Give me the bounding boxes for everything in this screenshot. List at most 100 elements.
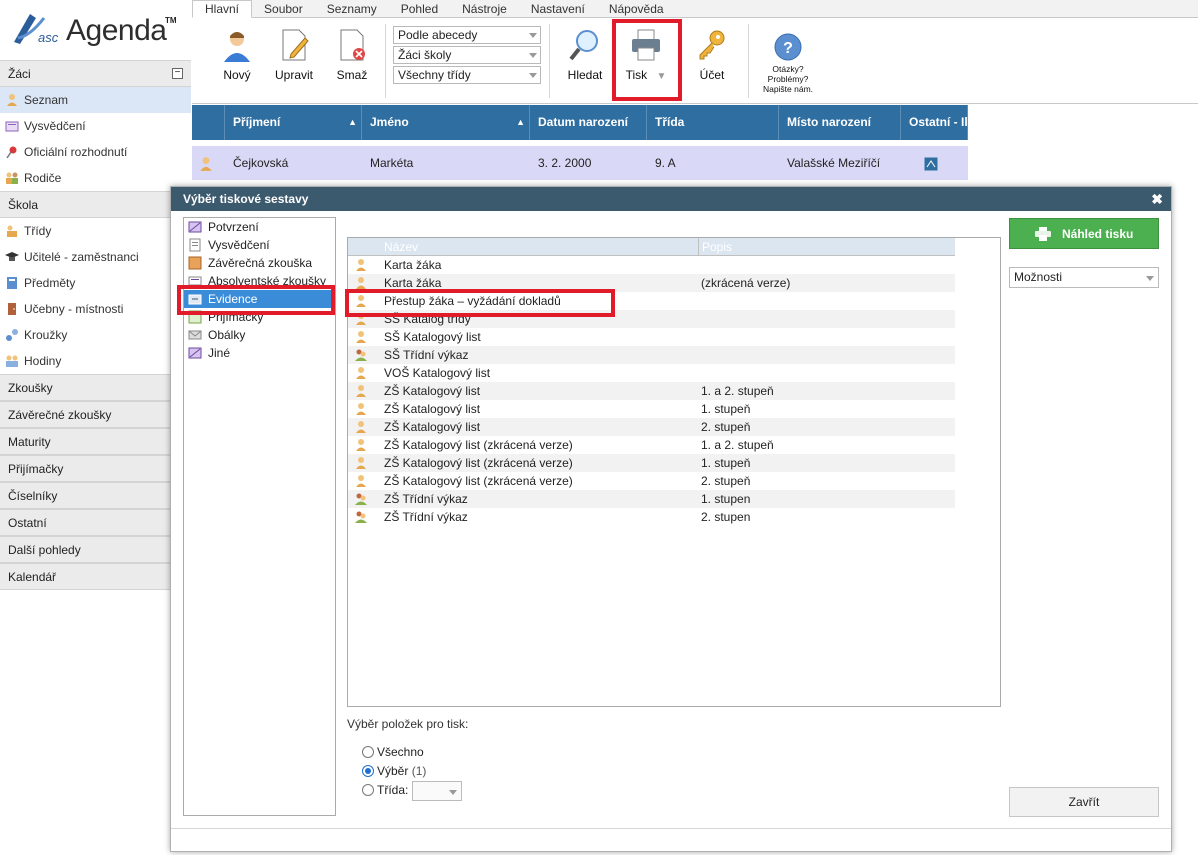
report-desc: 1. stupen (701, 492, 751, 506)
report-row[interactable]: ZŠ Katalogový list (zkrácená verze) 1. st… (348, 454, 955, 472)
tab-hlavni[interactable]: Hlavní (192, 0, 253, 18)
new-label: Nový (223, 68, 251, 82)
sidebar-item-krouzky[interactable]: Kroužky (0, 322, 191, 348)
sidebar: Žáci − Seznam Vysvědčení Oficiální rozho… (0, 60, 191, 590)
sort-select[interactable]: Podle abecedy (393, 26, 541, 44)
sidebar-section-zaverecne-zkousky[interactable]: Závěrečné zkoušky (0, 401, 191, 428)
sidebar-section-dalsi-pohledy[interactable]: Další pohledy (0, 536, 191, 563)
sidebar-item-rodice[interactable]: Rodiče (0, 165, 191, 191)
table-row[interactable]: Čejkovská Markéta 3. 2. 2000 9. A Valašs… (192, 146, 968, 180)
grid-header: Příjmení ▲ Jméno ▲ Datum narození Třída Mí… (192, 105, 968, 140)
book-icon (7, 277, 17, 289)
report-desc: 1. a 2. stupeň (701, 438, 774, 452)
category-item[interactable]: Vysvědčení (184, 236, 335, 254)
tab-soubor[interactable]: Soubor (252, 1, 315, 19)
sidebar-section-prijimacky[interactable]: Přijímačky (0, 455, 191, 482)
sidebar-item-oficialni-rozhodnuti[interactable]: Oficiální rozhodnutí (0, 139, 191, 165)
radio-circle[interactable] (362, 784, 374, 797)
tab-seznamy[interactable]: Seznamy (315, 1, 389, 19)
grid-header-class[interactable]: Třída (647, 105, 779, 140)
print-preview-button[interactable]: Náhled tisku (1009, 218, 1159, 249)
report-row[interactable]: ZŠ Katalogový list (zkrácená verze) 1. a … (348, 436, 955, 454)
sidebar-item-tridy[interactable]: Třídy (0, 218, 191, 244)
help-button[interactable]: ? (763, 32, 813, 68)
radio-all[interactable]: Všechno (362, 745, 424, 759)
report-row[interactable]: ZŠ Katalogový list (zkrácená verze) 2. st… (348, 472, 955, 490)
grid-header-birthplace[interactable]: Místo narození (779, 105, 901, 140)
report-row[interactable]: VOŠ Katalogový list (348, 364, 955, 382)
cell-other[interactable] (924, 146, 938, 180)
class-select[interactable]: Všechny třídy (393, 66, 541, 84)
sidebar-item-vysvedceni[interactable]: Vysvědčení (0, 113, 191, 139)
scope-select-value: Žáci školy (398, 48, 452, 62)
sidebar-section-zkousky[interactable]: Zkoušky (0, 374, 191, 401)
category-item[interactable]: Obálky (184, 326, 335, 344)
new-button[interactable]: Nový (212, 28, 262, 82)
tab-nastaveni[interactable]: Nastavení (519, 1, 597, 19)
sidebar-section-zaci[interactable]: Žáci − (0, 60, 191, 87)
sidebar-section-skola[interactable]: Škola (0, 191, 191, 218)
radio-circle[interactable] (362, 746, 374, 758)
tab-pohled[interactable]: Pohled (389, 1, 450, 19)
radio-class[interactable]: Třída: (362, 781, 462, 801)
category-item[interactable]: Jiné (184, 344, 335, 362)
delete-icon (340, 29, 365, 61)
tab-napoveda[interactable]: Nápověda (597, 1, 676, 19)
report-desc: 2. stupeň (701, 420, 751, 434)
category-label: Závěrečná zkouška (208, 256, 313, 270)
sidebar-section-kalendar[interactable]: Kalendář (0, 563, 191, 590)
report-row[interactable]: SŠ Třídní výkaz (348, 346, 955, 364)
report-row[interactable]: ZŠ Třídní výkaz 2. stupen (348, 508, 955, 526)
sidebar-section-maturity[interactable]: Maturity (0, 428, 191, 455)
edit-button[interactable]: Upravit (269, 28, 319, 82)
sidebar-item-label: Vysvědčení (24, 119, 86, 133)
certificate-icon (188, 221, 202, 233)
sidebar-item-label: Rodiče (24, 171, 62, 185)
grid-header-name[interactable]: Jméno ▲ (362, 105, 530, 140)
grid-header-dob[interactable]: Datum narození (530, 105, 647, 140)
sidebar-item-ucebny[interactable]: Učebny - místnosti (0, 296, 191, 322)
report-row[interactable]: ZŠ Katalogový list 1. a 2. stupeň (348, 382, 955, 400)
radio-circle-checked[interactable] (362, 765, 374, 777)
report-row[interactable]: ZŠ Katalogový list 2. stupeň (348, 418, 955, 436)
close-icon[interactable]: ✖ (1151, 187, 1163, 211)
class-filter-select[interactable] (411, 781, 462, 801)
sidebar-item-hodiny[interactable]: Hodiny (0, 348, 191, 374)
report-row[interactable]: Karta žáka (348, 256, 955, 274)
report-row[interactable]: ZŠ Třídní výkaz 1. stupen (348, 490, 955, 508)
prestup-highlight-box (345, 289, 615, 317)
category-item[interactable]: Závěrečná zkouška (184, 254, 335, 272)
logo-tm: TM (165, 16, 177, 25)
help-icon: ? (774, 33, 802, 61)
grid-header-surname[interactable]: Příjmení ▲ (225, 105, 362, 140)
collapse-icon[interactable]: − (172, 68, 183, 79)
close-button[interactable]: Zavřít (1009, 787, 1159, 817)
sidebar-item-seznam[interactable]: Seznam (0, 87, 191, 113)
sidebar-section-ostatni[interactable]: Ostatní (0, 509, 191, 536)
delete-button[interactable]: Smaž (327, 28, 377, 82)
group-report-icon (355, 511, 367, 523)
help-text[interactable]: Otázky? Problémy? Napište nám. (757, 64, 819, 94)
options-select[interactable]: Možnosti (1009, 267, 1159, 288)
column-header-desc[interactable]: Popis (698, 238, 732, 256)
report-name: ZŠ Katalogový list (384, 384, 481, 398)
scope-select[interactable]: Žáci školy (393, 46, 541, 64)
category-item[interactable]: Potvrzení (184, 218, 335, 236)
tab-nastroje[interactable]: Nástroje (450, 1, 519, 19)
report-desc: 2. stupeň (701, 474, 751, 488)
print-report-dialog: Výběr tiskové sestavy ✖ Potvrzení Vysvěd… (170, 186, 1172, 852)
selection-count: (1) (411, 764, 427, 778)
envelope-icon (188, 330, 202, 340)
sidebar-section-ciselniky[interactable]: Číselníky (0, 482, 191, 509)
account-button[interactable]: Účet (687, 28, 737, 82)
column-header-name[interactable]: Název (384, 238, 418, 256)
sidebar-item-ucitele[interactable]: Učitelé - zaměstnanci (0, 244, 191, 270)
search-button[interactable]: Hledat (560, 28, 610, 82)
person-report-icon (356, 331, 366, 343)
grid-header-other[interactable]: Ostatní - Il (901, 105, 968, 140)
report-row[interactable]: ZŠ Katalogový list 1. stupeň (348, 400, 955, 418)
radio-selection[interactable]: Výběr (1) (362, 764, 426, 778)
sidebar-item-predmety[interactable]: Předměty (0, 270, 191, 296)
group-report-icon (355, 349, 367, 361)
report-row[interactable]: SŠ Katalogový list (348, 328, 955, 346)
